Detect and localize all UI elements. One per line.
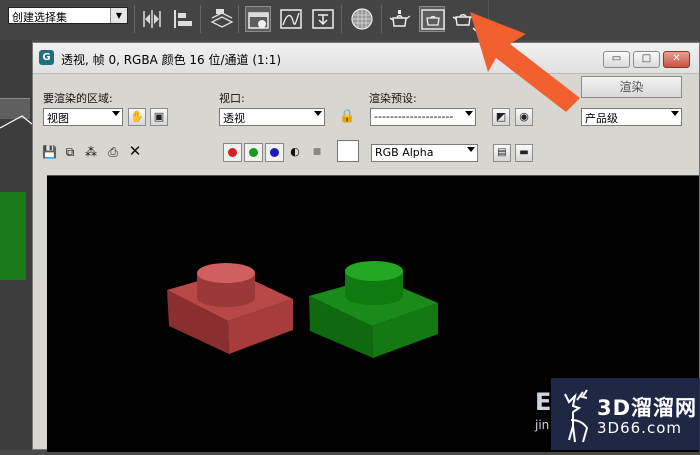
render-button[interactable]: 渲染 [581, 76, 682, 98]
partial-watermark-url: jin [535, 418, 550, 432]
selection-set-dropdown[interactable]: 创建选择集 ▼ [8, 7, 128, 24]
deer-logo-icon [564, 389, 589, 443]
curve-editor-button[interactable] [278, 6, 304, 32]
green-object [0, 192, 26, 280]
render-area-value: 视图 [47, 112, 69, 125]
chevron-down-icon: ▼ [110, 8, 127, 23]
watermark-url: 3D66.com [597, 419, 682, 437]
viewport-value: 透视 [223, 112, 245, 125]
teapot-icon [389, 10, 411, 27]
schematic-icon [312, 9, 334, 29]
material-editor-icon [351, 8, 373, 30]
align-button[interactable] [170, 6, 196, 32]
align-icon [174, 10, 192, 28]
edit-region-button[interactable]: ✋ [128, 108, 146, 126]
main-toolbar: 创建选择集 ▼ [0, 0, 700, 40]
red-block-object [167, 263, 293, 354]
channel-display-value: RGB Alpha [375, 146, 434, 159]
watermark-logo-text: 3D溜溜网 [597, 396, 698, 420]
render-preset-value: -------------------- [374, 110, 454, 123]
monochrome-icon[interactable]: ■ [310, 145, 324, 159]
green-channel-icon [249, 148, 258, 157]
green-channel-toggle[interactable] [244, 143, 263, 162]
chevron-down-icon [467, 147, 475, 152]
toggle-ui-button[interactable]: ▬ [515, 144, 533, 162]
green-block-object [309, 261, 438, 358]
selection-set-value: 创建选择集 [12, 11, 67, 24]
render-preset-label: 渲染预设: [369, 92, 417, 105]
chevron-down-icon [314, 111, 322, 116]
render-area-label: 要渲染的区域: [43, 92, 113, 105]
render-preset-dropdown[interactable]: -------------------- [370, 108, 476, 126]
viewport-dropdown[interactable]: 透视 [219, 108, 325, 126]
background-viewport [0, 40, 32, 450]
curve-editor-icon [280, 9, 302, 29]
schematic-view-button[interactable] [310, 6, 336, 32]
clone-window-icon[interactable]: ⁂ [84, 145, 98, 159]
viewport-label: 视口: [219, 92, 245, 105]
watermark: 3D溜溜网 3D66.com [551, 378, 700, 450]
mirror-icon [143, 10, 161, 28]
mirror-button[interactable] [139, 6, 165, 32]
toggle-ui-overlay-button[interactable]: ▤ [493, 144, 511, 162]
layers-icon [210, 9, 234, 28]
chevron-down-icon [112, 111, 120, 116]
minimize-button[interactable]: ▭ [603, 51, 630, 68]
layer-manager-button[interactable] [208, 6, 234, 32]
rendered-frame-window-button[interactable] [419, 6, 445, 32]
render-setup-button[interactable] [245, 6, 271, 32]
material-editor-button[interactable] [349, 6, 375, 32]
lock-icon[interactable]: 🔒 [339, 110, 355, 124]
render-setup-icon [248, 12, 269, 29]
rendered-frame-icon [421, 9, 445, 30]
blue-channel-toggle[interactable] [265, 143, 284, 162]
toolbar-separator [341, 5, 342, 33]
arrow-annotation-icon [470, 12, 580, 112]
partial-watermark-logo: E [535, 388, 552, 416]
close-button[interactable]: ✕ [663, 51, 690, 68]
chevron-down-icon [671, 111, 679, 116]
render-area-dropdown[interactable]: 视图 [43, 108, 123, 126]
quality-value: 产品级 [585, 112, 618, 125]
window-titlebar[interactable]: G 透视, 帧 0, RGBA 颜色 16 位/通道 (1:1) ▭ □ ✕ [33, 43, 699, 74]
window-title: 透视, 帧 0, RGBA 颜色 16 位/通道 (1:1) [61, 53, 282, 67]
alpha-toggle-icon[interactable]: ◐ [288, 145, 302, 159]
copy-icon[interactable]: ⧉ [63, 145, 77, 159]
app-icon: G [39, 50, 54, 65]
print-icon[interactable]: ⎙ [106, 145, 120, 159]
toolbar-separator [238, 5, 239, 33]
blue-channel-icon [270, 148, 279, 157]
red-channel-icon [228, 148, 237, 157]
quality-dropdown[interactable]: 产品级 [581, 108, 682, 126]
auto-region-button[interactable]: ▣ [150, 108, 168, 126]
render-setup-teapot-button[interactable] [387, 6, 413, 32]
toolbar-separator [134, 5, 135, 33]
save-icon[interactable]: 💾 [42, 145, 57, 159]
red-channel-toggle[interactable] [223, 143, 242, 162]
toolbar-separator [200, 5, 201, 33]
clear-icon[interactable]: ✕ [128, 144, 142, 159]
maximize-button[interactable]: □ [633, 51, 660, 68]
gizmo-shape [0, 115, 32, 129]
toolbar-separator [381, 5, 382, 33]
channel-display-dropdown[interactable]: RGB Alpha [371, 144, 478, 162]
color-swatch[interactable] [337, 140, 359, 162]
